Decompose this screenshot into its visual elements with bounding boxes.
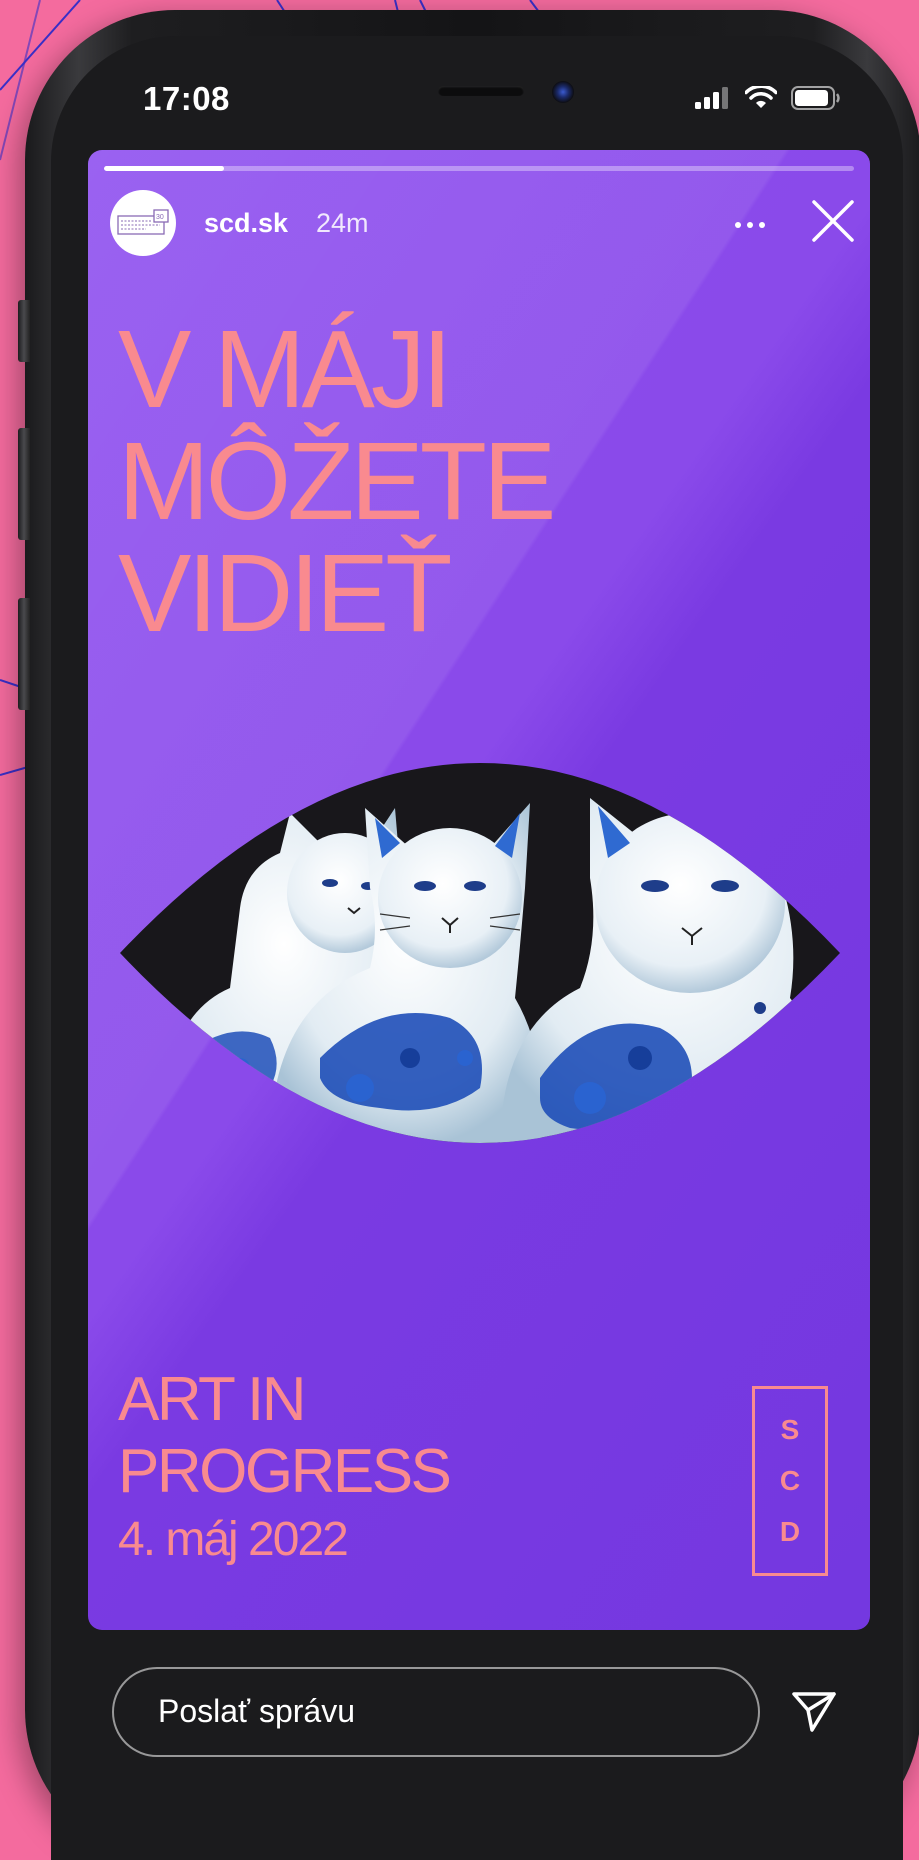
story-time-ago: 24m [316,208,369,238]
phone-volume-down [18,598,30,710]
scd-badge: S C D [752,1386,828,1576]
svg-text:30: 30 [156,214,164,221]
scd-badge-letter: D [779,1515,801,1547]
headline-line: MÔŽETE [118,420,556,543]
message-input-placeholder: Poslať správu [158,1693,355,1729]
footer-title-line: ART IN [118,1365,307,1434]
notch-camera [552,81,574,103]
story-footer-title: ART IN PROGRESS [118,1364,452,1508]
cats-eye-image [120,763,840,1143]
status-time: 17:08 [143,80,230,117]
story-progress-bar [104,166,854,171]
avatar[interactable]: 30 [110,190,176,256]
status-icons [695,86,841,110]
notch-speaker [438,86,524,96]
phone-volume-up [18,428,30,540]
headline-line: V MÁJI [118,308,453,431]
close-icon[interactable] [810,198,856,244]
story-date: 4. máj 2022 [118,1513,349,1566]
headline-line: VIDIEŤ [118,532,453,655]
battery-icon [791,86,840,110]
story-headline: V MÁJI MÔŽETE VIDIEŤ [118,308,556,655]
scd-badge-letter: S [780,1414,800,1446]
scd-badge-letter: C [779,1464,801,1496]
signal-icon [695,87,728,109]
story-progress-fill [104,166,224,171]
story-username[interactable]: scd.sk [204,208,288,239]
footer-title-line: PROGRESS [118,1437,452,1506]
scd-logo-icon: 30 [117,209,169,235]
send-icon[interactable] [790,1690,838,1734]
wifi-icon [745,86,777,108]
status-bar: 17:08 [0,0,919,150]
message-input[interactable]: Poslať správu [112,1667,760,1757]
more-dots-icon[interactable] [730,210,774,240]
phone-mute-switch [18,300,30,362]
story-view[interactable]: 30 scd.sk 24m V MÁJI MÔŽETE VIDIEŤ ART I… [88,150,870,1630]
